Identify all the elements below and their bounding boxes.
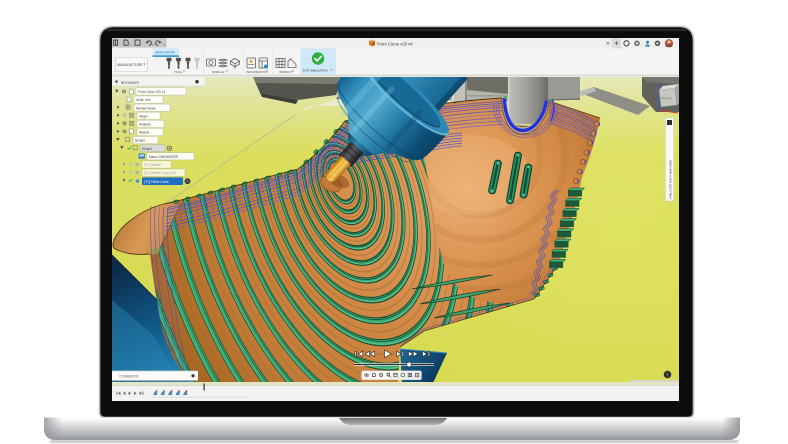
svg-text:Setups: Setups bbox=[135, 139, 145, 143]
svg-text:Origin: Origin bbox=[139, 114, 148, 118]
svg-text:From Curve v20 v3: From Curve v20 v3 bbox=[138, 90, 165, 94]
svg-text:SIMULATE WITH MACHINE: SIMULATE WITH MACHINE bbox=[668, 160, 672, 199]
svg-text:Named Views: Named Views bbox=[136, 106, 156, 110]
svg-text:INFORMATION: INFORMATION bbox=[246, 70, 267, 74]
svg-text:Models: Models bbox=[139, 131, 150, 135]
svg-text:[T1] Finish Curve: [T1] Finish Curve bbox=[145, 180, 169, 184]
svg-text:Marco VMG600SRTi: Marco VMG600SRTi bbox=[149, 155, 179, 159]
svg-text:FRONT: FRONT bbox=[662, 97, 673, 101]
svg-text:EXIT SIMULATION: EXIT SIMULATION bbox=[303, 68, 328, 72]
svg-text:Analysis: Analysis bbox=[139, 123, 151, 127]
svg-text:BROWSER: BROWSER bbox=[121, 81, 140, 85]
svg-text:[T1] Vertical Long Tool: [T1] Vertical Long Tool bbox=[144, 171, 176, 175]
svg-text:TOOL: TOOL bbox=[174, 70, 183, 74]
svg-text:INSPECT: INSPECT bbox=[279, 70, 293, 74]
svg-text:COMMENTS: COMMENTS bbox=[119, 375, 139, 379]
svg-text:Setup1: Setup1 bbox=[142, 147, 152, 151]
svg-text:Units: mm: Units: mm bbox=[136, 98, 151, 102]
svg-text:From Curve v20 v4: From Curve v20 v4 bbox=[377, 42, 413, 47]
svg-text:[T1] Vertical: [T1] Vertical bbox=[144, 163, 161, 167]
svg-text:SIMULATION: SIMULATION bbox=[155, 51, 176, 55]
svg-text:DISPLAY: DISPLAY bbox=[212, 70, 225, 74]
svg-text:MANUFACTURE: MANUFACTURE bbox=[117, 63, 143, 67]
